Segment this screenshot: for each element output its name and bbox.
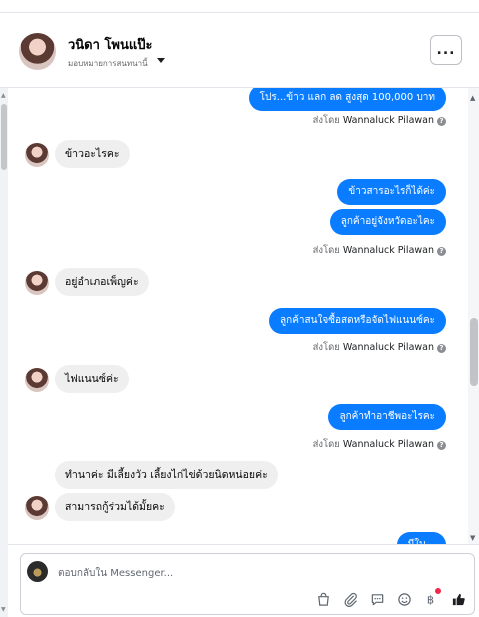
help-icon[interactable]: ? <box>437 344 446 353</box>
emoji-icon[interactable] <box>395 590 413 608</box>
like-icon[interactable] <box>449 590 467 608</box>
scroll-up-icon[interactable]: ▲ <box>470 94 475 102</box>
scroll-up-icon[interactable]: ▲ <box>1 92 6 99</box>
scroll-down-icon[interactable]: ▼ <box>1 606 6 613</box>
outgoing-message[interactable]: มีใบ... <box>396 532 446 544</box>
svg-text:฿: ฿ <box>426 593 433 606</box>
help-icon[interactable]: ? <box>437 117 446 126</box>
page-avatar <box>27 561 48 582</box>
sender-name: Wannaluck Pilawan <box>342 245 434 256</box>
sender-name: Wannaluck Pilawan <box>342 115 434 126</box>
chat-icon[interactable] <box>368 590 386 608</box>
outgoing-message[interactable]: ลูกค้าทำอาชีพอะไรคะ <box>328 404 446 430</box>
incoming-message[interactable]: ไฟแนนซ์ค่ะ <box>55 365 129 393</box>
outgoing-message[interactable]: ข้าวสารอะไรก็ได้ค่ะ <box>337 179 446 205</box>
message-thread: โปร...ข้าว แลก ลด สูงสุด 100,000 บาท ส่ง… <box>8 88 468 544</box>
sent-by-prefix: ส่งโดย <box>312 342 340 353</box>
contact-avatar-small <box>25 368 49 392</box>
chevron-down-icon[interactable] <box>157 58 165 63</box>
sent-by-prefix: ส่งโดย <box>312 245 340 256</box>
conversation-header: วนิดา โพนแป๊ะ มอบหมายการสนทนานี้ ... <box>0 13 479 88</box>
sent-by-prefix: ส่งโดย <box>312 115 340 126</box>
sent-by-prefix: ส่งโดย <box>312 439 340 450</box>
paperclip-icon[interactable] <box>341 590 359 608</box>
outgoing-message[interactable]: ลูกค้าอยู่จังหวัดอะไคะ <box>329 209 446 235</box>
help-icon[interactable]: ? <box>437 441 446 450</box>
contact-avatar-small <box>25 143 49 167</box>
contact-avatar-small <box>25 271 49 295</box>
sent-by-label: ส่งโดย Wannaluck Pilawan? <box>313 340 446 355</box>
assign-conversation-label[interactable]: มอบหมายการสนทนานี้ <box>68 57 148 70</box>
incoming-message[interactable]: สามารถกู้ร่วมได้มั้ยคะ <box>55 493 175 521</box>
notification-dot <box>435 588 441 594</box>
help-icon[interactable]: ? <box>437 247 446 256</box>
more-options-button[interactable]: ... <box>430 35 462 65</box>
sent-by-label: ส่งโดย Wannaluck Pilawan? <box>313 243 446 258</box>
bag-icon[interactable] <box>314 590 332 608</box>
sent-by-label: ส่งโดย Wannaluck Pilawan? <box>313 113 446 128</box>
incoming-message[interactable]: อยู่อำเภอเพ็ญค่ะ <box>55 268 149 296</box>
sender-name: Wannaluck Pilawan <box>342 439 434 450</box>
sender-name: Wannaluck Pilawan <box>342 342 434 353</box>
sent-by-label: ส่งโดย Wannaluck Pilawan? <box>313 437 446 452</box>
contact-avatar-small <box>25 496 49 520</box>
left-scrollbar-thumb[interactable] <box>1 104 7 170</box>
thread-scrollbar-thumb[interactable] <box>470 318 478 386</box>
contact-name[interactable]: วนิดา โพนแป๊ะ <box>68 34 153 55</box>
outgoing-message[interactable]: ลูกค้าสนใจซื้อสดหรือจัดไฟแนนซ์คะ <box>269 308 446 334</box>
contact-avatar[interactable] <box>19 33 56 70</box>
thread-scrollbar[interactable] <box>468 88 479 544</box>
incoming-message[interactable]: ทำนาค่ะ มีเลี้ยงวัว เลี้ยงไก่ไข่ด้วยนิดห… <box>55 461 278 489</box>
incoming-message[interactable]: ข้าวอะไรคะ <box>55 140 130 168</box>
reply-input[interactable]: ตอบกลับใน Messenger... <box>58 566 173 581</box>
outgoing-message[interactable]: โปร...ข้าว แลก ลด สูงสุด 100,000 บาท <box>248 88 446 111</box>
scroll-down-icon[interactable]: ▼ <box>470 534 475 542</box>
